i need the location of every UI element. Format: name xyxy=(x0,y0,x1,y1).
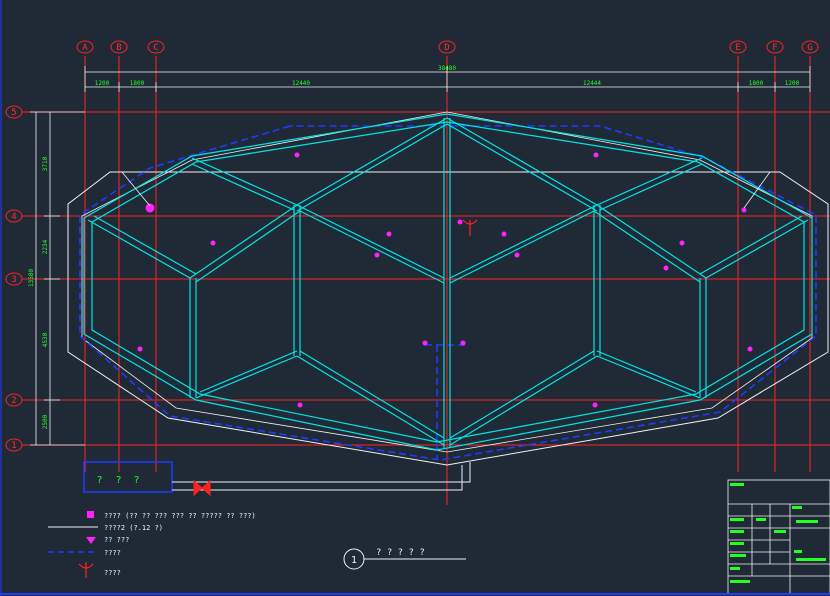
dim-top-seg-6: 1200 xyxy=(785,80,800,87)
grid-label-e: E xyxy=(735,43,740,53)
device-marker xyxy=(741,207,747,213)
device-marker xyxy=(210,240,216,246)
svg-text:?: ? xyxy=(134,475,139,486)
dim-top-seg-5: 1800 xyxy=(749,80,764,87)
device-marker xyxy=(457,219,463,225)
legend-text-5: ???? xyxy=(104,569,121,577)
device-marker xyxy=(501,231,507,237)
legend-text-1: ???? (?? ?? ??? ??? ?? ????? ?? ???) xyxy=(104,512,256,520)
dim-top-seg-2: 1800 xyxy=(130,80,145,87)
section-callout-number: 1 xyxy=(351,555,357,566)
svg-text:?: ? xyxy=(97,475,102,486)
device-marker xyxy=(386,231,392,237)
equipment-valves: ? ? ? xyxy=(97,475,139,486)
legend: ???? (?? ?? ??? ??? ?? ????? ?? ???) ???… xyxy=(48,511,256,578)
device-marker xyxy=(679,240,685,246)
grid-label-5: 5 xyxy=(11,108,16,118)
device-marker xyxy=(137,346,143,352)
device-marker xyxy=(514,252,520,258)
legend-text-3: ?? ??? xyxy=(104,536,129,544)
device-marker xyxy=(592,402,598,408)
supply-lines xyxy=(172,462,471,491)
grid-label-d: D xyxy=(444,43,449,53)
dim-top-seg-1: 1200 xyxy=(95,80,110,87)
legend-swatch-nozzle-icon xyxy=(78,562,94,578)
svg-text:?: ? xyxy=(116,475,121,486)
device-marker xyxy=(422,340,428,346)
device-marker xyxy=(747,346,753,352)
dim-top-seg-3: 12440 xyxy=(292,80,310,87)
grid-label-g: G xyxy=(807,43,812,53)
dim-left-seg-1: 3710 xyxy=(42,156,49,171)
device-marker xyxy=(663,265,669,271)
legend-swatch-drop-icon xyxy=(86,537,96,544)
dim-left-overall: 13580 xyxy=(28,269,35,287)
grid-lines xyxy=(22,56,830,505)
dim-left-seg-3: 4530 xyxy=(42,332,49,347)
device-marker xyxy=(593,152,599,158)
grid-label-4: 4 xyxy=(11,212,16,222)
grid-label-f: F xyxy=(772,43,777,53)
section-callout: 1 ? ? ? ? ? xyxy=(343,548,466,570)
title-block-fill xyxy=(730,483,826,583)
nozzle-symbol xyxy=(462,219,478,236)
grid-label-2: 2 xyxy=(11,396,16,406)
legend-text-2: ????2 (?.12 ?) xyxy=(104,524,163,532)
device-marker xyxy=(297,402,303,408)
device-marker xyxy=(294,152,300,158)
device-marker xyxy=(374,252,380,258)
legend-text-4: ???? xyxy=(104,549,121,557)
grid-label-a: A xyxy=(82,43,88,53)
dim-left-seg-4: 2500 xyxy=(42,414,49,429)
dim-left-seg-2: 2234 xyxy=(42,239,49,254)
section-callout-title: ? ? ? ? ? xyxy=(376,548,425,558)
control-valve-icon xyxy=(193,479,211,497)
device-marker xyxy=(460,340,466,346)
grid-label-b: B xyxy=(116,43,121,53)
grid-label-1: 1 xyxy=(11,441,16,451)
title-block xyxy=(727,479,830,595)
legend-swatch-square-icon xyxy=(87,511,94,518)
device-marker-big xyxy=(145,203,155,213)
dim-top-seg-4: 12444 xyxy=(583,80,601,87)
dim-top-overall: 38480 xyxy=(438,65,456,72)
grid-label-3: 3 xyxy=(11,275,16,285)
drawing-canvas: A B C D E F G 5 4 3 2 1 38480 1200 1800 … xyxy=(0,0,830,596)
grid-label-c: C xyxy=(153,43,158,53)
device-markers xyxy=(137,152,753,408)
